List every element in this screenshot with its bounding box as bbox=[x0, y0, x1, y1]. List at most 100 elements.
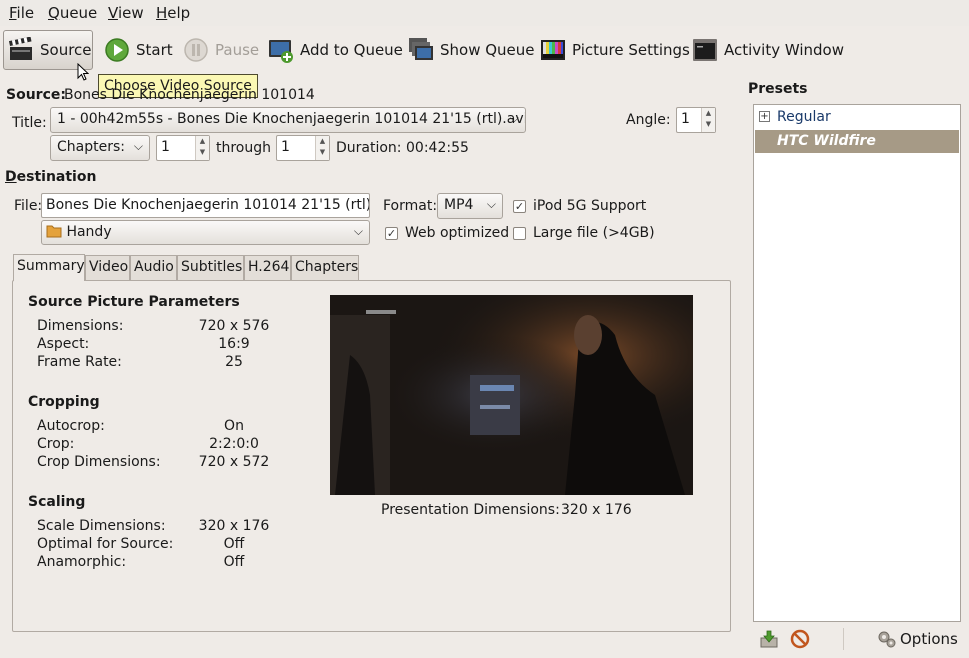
title-combo[interactable]: 1 - 00h42m55s - Bones Die Knochenjaegeri… bbox=[50, 107, 526, 133]
gears-icon bbox=[878, 631, 896, 648]
menu-queue-mnemonic: Q bbox=[48, 4, 60, 22]
menu-view-mnemonic: V bbox=[108, 4, 118, 22]
optimal-source-label: Optimal for Source: bbox=[37, 536, 174, 552]
presentation-dimensions-label: Presentation Dimensions: bbox=[381, 502, 560, 518]
show-queue-label: Show Queue bbox=[440, 41, 535, 59]
preset-item-regular[interactable]: + Regular bbox=[755, 106, 959, 129]
format-value: MP4 bbox=[444, 197, 474, 213]
tab-chapters[interactable]: Chapters bbox=[291, 255, 359, 280]
tab-subtitles[interactable]: Subtitles bbox=[177, 255, 244, 280]
duration-value: 00:42:55 bbox=[406, 140, 469, 156]
picture-settings-label: Picture Settings bbox=[572, 41, 690, 59]
preset-regular-label: Regular bbox=[777, 109, 831, 125]
menu-file-label: ile bbox=[16, 4, 35, 22]
aspect-label: Aspect: bbox=[37, 336, 90, 352]
add-to-queue-button[interactable]: Add to Queue bbox=[268, 30, 403, 70]
tab-h264[interactable]: H.264 bbox=[244, 255, 291, 280]
show-queue-icon bbox=[409, 38, 433, 60]
chapter-start-value: 1 bbox=[161, 139, 170, 155]
spin-arrows-icon[interactable]: ▲ ▼ bbox=[315, 136, 329, 160]
start-button-label: Start bbox=[136, 41, 173, 59]
menu-queue[interactable]: Queue bbox=[48, 4, 97, 22]
menu-file[interactable]: File bbox=[9, 4, 34, 22]
show-queue-button[interactable]: Show Queue bbox=[408, 30, 535, 70]
menu-help-mnemonic: H bbox=[156, 4, 168, 22]
remove-preset-button[interactable] bbox=[789, 628, 811, 650]
crop-dimensions-value: 720 x 572 bbox=[198, 454, 270, 470]
mouse-cursor-icon bbox=[77, 63, 89, 81]
framerate-value: 25 bbox=[225, 354, 243, 370]
large-file-checkbox[interactable]: Large file (>4GB) bbox=[513, 225, 655, 241]
play-icon bbox=[105, 38, 129, 62]
clapperboard-icon bbox=[8, 37, 32, 60]
chapter-end-value: 1 bbox=[281, 139, 290, 155]
format-label: Format: bbox=[383, 198, 438, 214]
expander-plus-icon[interactable]: + bbox=[759, 111, 770, 122]
start-button[interactable]: Start bbox=[104, 30, 173, 70]
dimensions-label: Dimensions: bbox=[37, 318, 124, 334]
duration-label: Duration: bbox=[336, 140, 402, 156]
scale-dimensions-label: Scale Dimensions: bbox=[37, 518, 166, 534]
aspect-value: 16:9 bbox=[218, 336, 250, 352]
large-file-label: Large file (>4GB) bbox=[533, 225, 655, 241]
title-label: Title: bbox=[12, 115, 47, 131]
preset-combo-value: Handy bbox=[66, 224, 112, 240]
preset-item-htc-wildfire[interactable]: HTC Wildfire bbox=[755, 130, 959, 153]
activity-window-label: Activity Window bbox=[724, 41, 845, 59]
angle-label: Angle: bbox=[626, 112, 671, 128]
color-bars-icon bbox=[541, 40, 565, 60]
menu-help-label: elp bbox=[167, 4, 191, 22]
destination-file-input[interactable]: Bones Die Knochenjaegerin 101014 21'15 (… bbox=[41, 193, 370, 218]
activity-window-button[interactable]: Activity Window bbox=[692, 30, 844, 70]
title-combo-value: 1 - 00h42m55s - Bones Die Knochenjaegeri… bbox=[57, 111, 526, 127]
spin-arrows-icon[interactable]: ▲ ▼ bbox=[701, 108, 715, 132]
ipod-checkbox[interactable]: ✓ iPod 5G Support bbox=[513, 198, 646, 214]
menu-view[interactable]: View bbox=[108, 4, 144, 22]
menu-help[interactable]: Help bbox=[156, 4, 190, 22]
pause-button[interactable]: Pause bbox=[183, 30, 259, 70]
source-value: Bones Die Knochenjaegerin 101014 bbox=[64, 87, 315, 103]
tab-video[interactable]: Video bbox=[85, 255, 130, 280]
video-frame-image bbox=[330, 295, 693, 495]
file-label: File: bbox=[14, 198, 43, 214]
add-to-queue-label: Add to Queue bbox=[300, 41, 403, 59]
presentation-dimensions-value: 320 x 176 bbox=[561, 502, 632, 518]
anamorphic-label: Anamorphic: bbox=[37, 554, 127, 570]
checkbox-unchecked-icon bbox=[513, 226, 526, 240]
preset-combo[interactable]: Handy ⌵ bbox=[41, 220, 370, 245]
through-label: through bbox=[216, 140, 272, 156]
tab-audio[interactable]: Audio bbox=[130, 255, 177, 280]
range-mode-combo[interactable]: Chapters: ⌵ bbox=[50, 135, 150, 161]
format-combo[interactable]: MP4 ⌵ bbox=[437, 193, 503, 219]
framerate-label: Frame Rate: bbox=[37, 354, 122, 370]
angle-spinner[interactable]: 1 ▲ ▼ bbox=[676, 107, 716, 133]
chapter-end-spinner[interactable]: 1 ▲ ▼ bbox=[276, 135, 330, 161]
source-params-heading: Source Picture Parameters bbox=[28, 294, 240, 310]
autocrop-label: Autocrop: bbox=[37, 418, 105, 434]
checkbox-checked-icon: ✓ bbox=[513, 199, 526, 213]
pause-button-label: Pause bbox=[215, 41, 260, 59]
crop-dimensions-label: Crop Dimensions: bbox=[37, 454, 161, 470]
angle-value: 1 bbox=[681, 111, 690, 127]
presets-options-button[interactable]: Options bbox=[876, 628, 958, 650]
menu-queue-label: ueue bbox=[59, 4, 98, 22]
tab-summary[interactable]: Summary bbox=[13, 254, 85, 281]
scaling-heading: Scaling bbox=[28, 494, 86, 510]
crop-value: 2:2:0:0 bbox=[209, 436, 259, 452]
chevron-down-icon: ⌵ bbox=[509, 111, 519, 125]
save-preset-icon bbox=[760, 630, 778, 648]
checkbox-checked-icon: ✓ bbox=[385, 226, 398, 240]
spin-arrows-icon[interactable]: ▲ ▼ bbox=[195, 136, 209, 160]
video-preview bbox=[330, 295, 693, 495]
picture-settings-button[interactable]: Picture Settings bbox=[540, 30, 690, 70]
web-optimized-checkbox[interactable]: ✓ Web optimized bbox=[385, 225, 509, 241]
chapter-start-spinner[interactable]: 1 ▲ ▼ bbox=[156, 135, 210, 161]
folder-icon bbox=[46, 225, 62, 238]
add-to-queue-icon bbox=[269, 40, 293, 63]
menubar: File Queue View Help bbox=[0, 0, 969, 26]
web-optimized-label: Web optimized bbox=[405, 225, 510, 241]
destination-file-value: Bones Die Knochenjaegerin 101014 21'15 (… bbox=[46, 197, 370, 213]
save-preset-button[interactable] bbox=[758, 628, 780, 650]
dimensions-value: 720 x 576 bbox=[198, 318, 270, 334]
anamorphic-value: Off bbox=[223, 554, 245, 570]
